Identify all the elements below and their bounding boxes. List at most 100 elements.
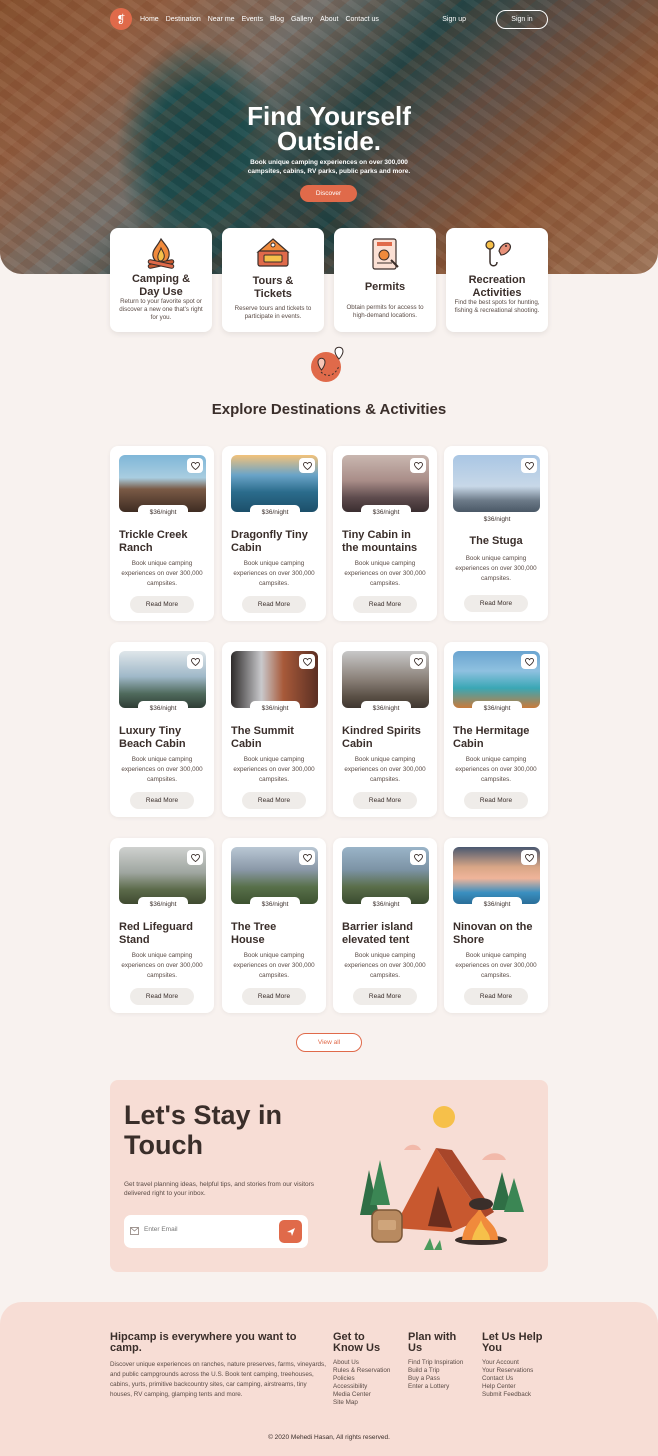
signup-link[interactable]: Sign up bbox=[442, 16, 466, 23]
favorite-button[interactable] bbox=[299, 654, 315, 669]
service-card-permits[interactable]: Permits Obtain permits for access to hig… bbox=[334, 228, 436, 332]
destination-card[interactable]: $36/night Dragonfly Tiny Cabin Book unique … bbox=[222, 446, 326, 621]
destination-card[interactable]: $36/night Luxury Tiny Beach Cabin Book uniq… bbox=[110, 642, 214, 817]
destination-desc: Book unique camping experiences on over … bbox=[233, 756, 315, 783]
heart-icon bbox=[190, 461, 200, 470]
favorite-button[interactable] bbox=[410, 458, 426, 473]
destination-photo bbox=[342, 455, 429, 512]
footer-link[interactable]: Rules & Reservation bbox=[333, 1367, 390, 1375]
favorite-button[interactable] bbox=[521, 654, 537, 669]
destination-card[interactable]: $36/night The Stuga Book unique camping ex… bbox=[444, 446, 548, 621]
read-more-button[interactable]: Read More bbox=[242, 792, 306, 809]
destination-desc: Book unique camping experiences on over … bbox=[344, 952, 426, 979]
nav-link-destination[interactable]: Destination bbox=[166, 16, 201, 23]
read-more-button[interactable]: Read More bbox=[353, 596, 417, 613]
footer-link[interactable]: Policies bbox=[333, 1375, 390, 1383]
read-more-button[interactable]: Read More bbox=[242, 988, 306, 1005]
destination-title: The Tree House bbox=[231, 921, 277, 946]
destination-card[interactable]: $36/night Kindred Spirits Cabin Book unique… bbox=[333, 642, 437, 817]
destination-card[interactable]: $36/night Ninovan on the Shore Book unique … bbox=[444, 838, 548, 1013]
read-more-button[interactable]: Read More bbox=[130, 988, 194, 1005]
send-icon bbox=[286, 1227, 295, 1236]
service-desc: Obtain permits for access to high-demand… bbox=[346, 304, 424, 319]
discover-button[interactable]: Discover bbox=[300, 185, 357, 202]
destination-photo bbox=[453, 651, 540, 708]
destination-title: Red Lifeguard Stand bbox=[119, 921, 193, 946]
signin-button[interactable]: Sign in bbox=[496, 9, 548, 29]
read-more-button[interactable]: Read More bbox=[464, 988, 528, 1005]
destination-card[interactable]: $36/night Red Lifeguard Stand Book unique c… bbox=[110, 838, 214, 1013]
send-button[interactable] bbox=[279, 1220, 302, 1243]
service-title: Permits bbox=[364, 281, 406, 293]
nav-link-about[interactable]: About bbox=[320, 16, 338, 23]
favorite-button[interactable] bbox=[410, 654, 426, 669]
view-all-button[interactable]: View all bbox=[296, 1033, 362, 1052]
footer-link[interactable]: Buy a Pass bbox=[408, 1375, 463, 1383]
logo[interactable]: ❡ bbox=[110, 8, 132, 30]
read-more-button[interactable]: Read More bbox=[130, 792, 194, 809]
footer-link[interactable]: Site Map bbox=[333, 1399, 390, 1407]
footer-link[interactable]: Build a Trip bbox=[408, 1367, 463, 1375]
price-badge: $36/night bbox=[138, 505, 188, 520]
footer-link[interactable]: Your Reservations bbox=[482, 1367, 543, 1375]
favorite-button[interactable] bbox=[299, 850, 315, 865]
favorite-button[interactable] bbox=[187, 850, 203, 865]
newsletter-panel: Let's Stay in Touch Get travel planning … bbox=[110, 1080, 548, 1272]
nav-link-contact[interactable]: Contact us bbox=[345, 16, 378, 23]
service-title: Recreation Activities bbox=[468, 274, 526, 299]
destination-desc: Book unique camping experiences on over … bbox=[455, 756, 537, 783]
footer-link[interactable]: Submit Feedback bbox=[482, 1391, 543, 1399]
nav-link-events[interactable]: Events bbox=[242, 16, 263, 23]
footer-link[interactable]: Contact Us bbox=[482, 1375, 543, 1383]
read-more-button[interactable]: Read More bbox=[353, 792, 417, 809]
read-more-button[interactable]: Read More bbox=[353, 988, 417, 1005]
destination-desc: Book unique camping experiences on over … bbox=[121, 952, 203, 979]
favorite-button[interactable] bbox=[521, 850, 537, 865]
section-title: Explore Destinations & Activities bbox=[211, 401, 447, 418]
footer-link[interactable]: Media Center bbox=[333, 1391, 390, 1399]
footer-link[interactable]: Find Trip Inspiration bbox=[408, 1359, 463, 1367]
read-more-button[interactable]: Read More bbox=[242, 596, 306, 613]
fishing-hook-icon bbox=[485, 240, 511, 267]
service-card-tours[interactable]: Tours & Tickets Reserve tours and tickets… bbox=[222, 228, 324, 332]
service-title: Camping & Day Use bbox=[131, 273, 191, 298]
read-more-button[interactable]: Read More bbox=[130, 596, 194, 613]
nav-link-blog[interactable]: Blog bbox=[270, 16, 284, 23]
destination-card[interactable]: $36/night Trickle Creek Ranch Book unique c… bbox=[110, 446, 214, 621]
destination-card[interactable]: $36/night Barrier island elevated tent Book… bbox=[333, 838, 437, 1013]
favorite-button[interactable] bbox=[521, 458, 537, 473]
favorite-button[interactable] bbox=[187, 654, 203, 669]
footer-link[interactable]: Enter a Lottery bbox=[408, 1383, 463, 1391]
destination-photo bbox=[231, 847, 318, 904]
nav-link-gallery[interactable]: Gallery bbox=[291, 16, 313, 23]
destination-card[interactable]: $36/night Tiny Cabin in the mountains Book … bbox=[333, 446, 437, 621]
destination-desc: Book unique camping experiences on over … bbox=[455, 555, 537, 582]
destination-card[interactable]: $36/night The Hermitage Cabin Book unique c… bbox=[444, 642, 548, 817]
email-input[interactable] bbox=[144, 1226, 264, 1233]
copyright: © 2020 Mehedi Hasan, All rights reserved… bbox=[268, 1434, 390, 1441]
heart-icon bbox=[190, 657, 200, 666]
service-card-camping[interactable]: Camping & Day Use Return to your favorite… bbox=[110, 228, 212, 332]
destination-title: The Stuga bbox=[469, 535, 523, 547]
nav-link-near-me[interactable]: Near me bbox=[208, 16, 235, 23]
destination-card[interactable]: $36/night The Tree House Book unique campin… bbox=[222, 838, 326, 1013]
newsletter-subtitle: Get travel planning ideas, helpful tips,… bbox=[124, 1181, 315, 1197]
footer-link[interactable]: Help Center bbox=[482, 1383, 543, 1391]
footer-link[interactable]: Your Account bbox=[482, 1359, 543, 1367]
destination-desc: Book unique camping experiences on over … bbox=[233, 560, 315, 587]
service-title: Tours & Tickets bbox=[252, 275, 294, 300]
favorite-button[interactable] bbox=[299, 458, 315, 473]
favorite-button[interactable] bbox=[410, 850, 426, 865]
nav-link-home[interactable]: Home bbox=[140, 16, 159, 23]
destination-title: Ninovan on the Shore bbox=[453, 921, 533, 946]
service-card-recreation[interactable]: Recreation Activities Find the best spots… bbox=[446, 228, 548, 332]
destination-title: Dragonfly Tiny Cabin bbox=[231, 529, 308, 554]
favorite-button[interactable] bbox=[187, 458, 203, 473]
nav-links: Home Destination Near me Events Blog Gal… bbox=[140, 16, 379, 23]
footer-about-desc: Discover unique experiences on ranches, … bbox=[110, 1361, 326, 1398]
read-more-button[interactable]: Read More bbox=[464, 792, 528, 809]
read-more-button[interactable]: Read More bbox=[464, 595, 528, 612]
footer-link[interactable]: About Us bbox=[333, 1359, 390, 1367]
destination-card[interactable]: $36/night The Summit Cabin Book unique camp… bbox=[222, 642, 326, 817]
footer-link[interactable]: Accessibility bbox=[333, 1383, 390, 1391]
